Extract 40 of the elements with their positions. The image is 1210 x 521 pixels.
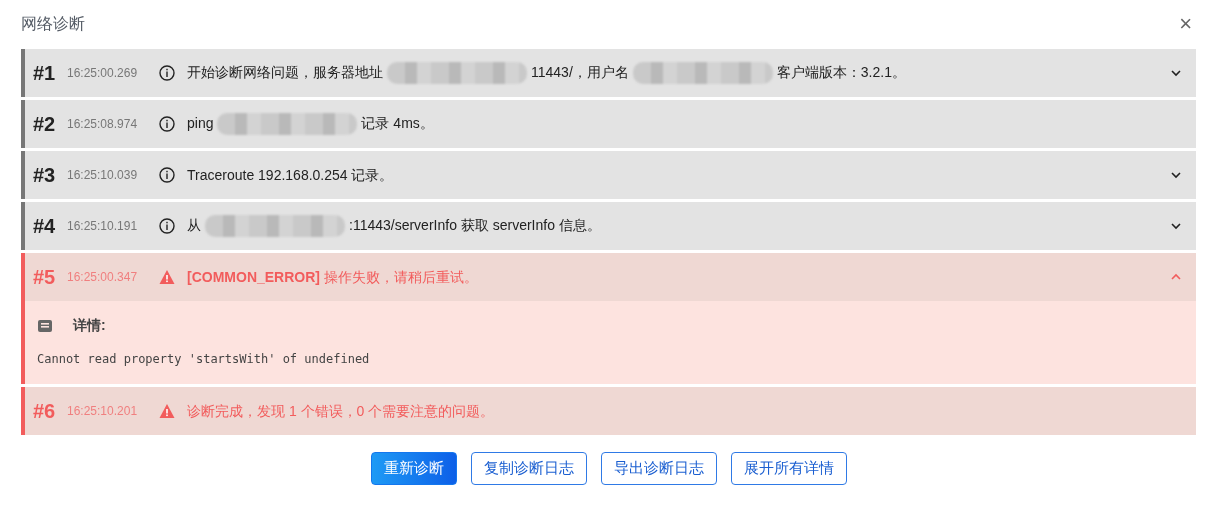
message-text: 诊断完成，发现 1 个错误，0 个需要注意的问题。 [187,402,495,419]
message-text: :11443/serverInfo 获取 serverInfo 信息。 [349,216,601,233]
timestamp: 16:25:00.269 [67,65,139,82]
info-icon [159,218,175,234]
entry-number: #2 [33,112,57,137]
primary-button[interactable]: 重新诊断 [370,452,457,485]
entry-number: #1 [33,61,57,86]
message-text: 记录 4ms。 [361,114,434,131]
message-text: 开始诊断网络问题，服务器地址 [187,63,383,80]
details-label: 详情: [73,316,106,335]
message-text: 客户端版本：3.2.1。 [776,63,906,80]
timestamp: 16:25:08.974 [67,116,139,133]
log-entry-header[interactable]: #1 16:25:00.269 开始诊断网络问题，服务器地址 11443/，用户名 客户端版本：3.2.1。 [25,49,1196,97]
outline-button[interactable]: 导出诊断日志 [600,452,717,485]
message-text: ping [187,114,214,131]
document-icon [37,317,53,334]
message-text: [COMMON_ERROR] 操作失败，请稍后重试。 [187,268,478,285]
message-text: Traceroute 192.168.0.254 记录。 [187,166,394,183]
outline-button[interactable]: 复制诊断日志 [470,452,587,485]
outline-button[interactable]: 展开所有详情 [730,452,847,485]
timestamp: 16:25:00.347 [67,269,139,286]
entry-number: #4 [33,214,57,239]
timestamp: 16:25:10.201 [67,403,139,420]
log-entry-header[interactable]: #3 16:25:10.039 Traceroute 192.168.0.254 记录。 [25,151,1196,199]
details-text: Cannot read property 'startsWith' of undefined [37,351,371,368]
entry-number: #5 [33,265,57,290]
entry-number: #6 [33,399,57,424]
message-text: 11443/，用户名 [531,63,629,80]
info-icon [159,116,175,132]
dialog-title: 网络诊断 [21,14,85,34]
timestamp: 16:25:10.191 [67,218,139,235]
message-text: 从 [187,216,201,233]
close-button[interactable]: × [1175,13,1196,35]
timestamp: 16:25:10.039 [67,167,139,184]
info-icon [159,167,175,183]
info-icon [159,65,175,81]
entry-number: #3 [33,163,57,188]
log-entry-header[interactable]: #4 16:25:10.191 从 :11443/serverInfo 获取 serverInfo 信息。 [25,202,1196,250]
warning-icon [159,269,175,285]
warning-icon [159,403,175,419]
